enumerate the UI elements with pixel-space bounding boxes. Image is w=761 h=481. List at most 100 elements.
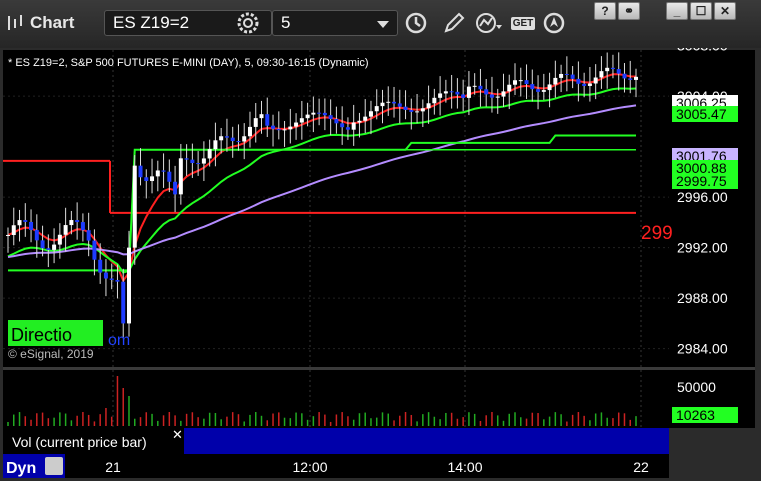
- candle-body: [161, 170, 166, 172]
- candle-body: [403, 106, 408, 110]
- level-label: 299: [641, 223, 673, 244]
- candle-body: [242, 136, 247, 142]
- candle-body: [34, 229, 39, 241]
- candle-body: [196, 163, 201, 165]
- candle-body: [524, 80, 529, 85]
- candle-body: [409, 109, 414, 112]
- studies-button[interactable]: [474, 9, 502, 37]
- price-tick-label: 2996.00: [677, 189, 728, 205]
- candle-body: [345, 127, 350, 130]
- candle-body: [368, 111, 373, 117]
- toolbar: Chart ES Z19=2 5 GET ? ⚭ _ ☐ ✕: [0, 0, 761, 48]
- candle-body: [593, 77, 598, 84]
- fit-icon[interactable]: [45, 457, 63, 475]
- candle-body: [415, 111, 420, 113]
- close-volume-icon[interactable]: ✕: [172, 427, 183, 442]
- candle-body: [374, 106, 379, 112]
- volume-tag-label: 10263: [676, 407, 715, 423]
- candle-body: [132, 165, 137, 248]
- candle-body: [201, 158, 206, 164]
- price-tick-label: 2988.00: [677, 290, 728, 306]
- candle-body: [438, 93, 443, 98]
- chart-window-icon: [6, 14, 26, 32]
- navigate-icon: [543, 12, 565, 34]
- chart-header: * ES Z19=2, S&P 500 FUTURES E-MINI (DAY)…: [8, 57, 369, 69]
- candle-body: [397, 103, 402, 107]
- interval-clock-button[interactable]: [402, 9, 430, 37]
- candle-body: [213, 140, 218, 150]
- candle-body: [443, 91, 448, 94]
- candle-body: [340, 123, 345, 128]
- interval-value: 5: [281, 13, 291, 32]
- price-tag-label: 3005.47: [676, 106, 727, 122]
- candle-body: [299, 118, 304, 123]
- link-button[interactable]: ⚭: [618, 2, 640, 20]
- candle-body: [98, 259, 103, 273]
- candle-body: [478, 85, 483, 90]
- candle-body: [29, 221, 34, 230]
- get-data-button[interactable]: GET: [508, 9, 538, 37]
- candle-body: [178, 158, 183, 195]
- price-tick-label: 2984.00: [677, 341, 728, 357]
- candle-body: [541, 90, 546, 92]
- help-button[interactable]: ?: [594, 2, 616, 20]
- volume-label-fill: [184, 428, 669, 454]
- candle-body: [294, 122, 299, 127]
- candle-body: [184, 158, 189, 160]
- candle-body: [495, 96, 500, 98]
- studies-icon: [476, 13, 502, 33]
- gear-icon: [237, 12, 259, 34]
- candle-body: [40, 240, 45, 249]
- price-tick-label: 2992.00: [677, 240, 728, 256]
- candle-body: [276, 128, 281, 131]
- time-tick-label: 14:00: [447, 459, 482, 475]
- candle-body: [63, 225, 68, 235]
- watermark-brand-tail: om: [108, 332, 130, 349]
- price-chart[interactable]: 3008.003004.002996.002992.002988.002984.…: [0, 48, 761, 481]
- candle-body: [57, 234, 62, 245]
- candle-body: [155, 170, 160, 177]
- candle-body: [173, 181, 178, 195]
- maximize-icon: ☐: [695, 4, 707, 18]
- candle-body: [207, 149, 212, 159]
- candle-body: [501, 91, 506, 97]
- candle-body: [357, 120, 362, 123]
- candle-body: [553, 77, 558, 85]
- candle-body: [230, 137, 235, 142]
- candle-body: [576, 78, 581, 84]
- candle-body: [265, 114, 270, 126]
- candle-body: [167, 171, 172, 182]
- pencil-icon: [444, 12, 465, 33]
- candle-body: [224, 136, 229, 138]
- link-icon: ⚭: [623, 4, 635, 18]
- candle-body: [420, 108, 425, 112]
- price-tag-label: 2999.75: [676, 173, 727, 189]
- candle-body: [449, 91, 454, 93]
- candle-body: [582, 83, 587, 86]
- candle-body: [536, 89, 541, 92]
- dyn-label: Dyn: [6, 460, 36, 477]
- candle-body: [282, 129, 287, 131]
- symbol-value: ES Z19=2: [113, 13, 190, 32]
- candle-body: [507, 84, 512, 92]
- get-icon: GET: [510, 16, 536, 30]
- interval-combo[interactable]: 5: [272, 10, 398, 36]
- maximize-button[interactable]: ☐: [690, 2, 712, 20]
- candle-body: [69, 220, 74, 226]
- candle-body: [328, 115, 333, 119]
- candle-body: [219, 136, 224, 141]
- navigate-button[interactable]: [540, 9, 568, 37]
- candle-body: [52, 244, 57, 250]
- candle-body: [587, 83, 592, 86]
- window-title: Chart: [30, 13, 75, 32]
- minimize-button[interactable]: _: [666, 2, 688, 20]
- candle-body: [426, 103, 431, 109]
- candle-body: [472, 85, 477, 87]
- close-button[interactable]: ✕: [714, 2, 736, 20]
- draw-tool-button[interactable]: [440, 9, 468, 37]
- clock-icon: [405, 12, 427, 34]
- candle-body: [363, 116, 368, 121]
- candle-body: [610, 67, 615, 70]
- candle-body: [190, 159, 195, 164]
- symbol-settings-button[interactable]: [234, 9, 262, 37]
